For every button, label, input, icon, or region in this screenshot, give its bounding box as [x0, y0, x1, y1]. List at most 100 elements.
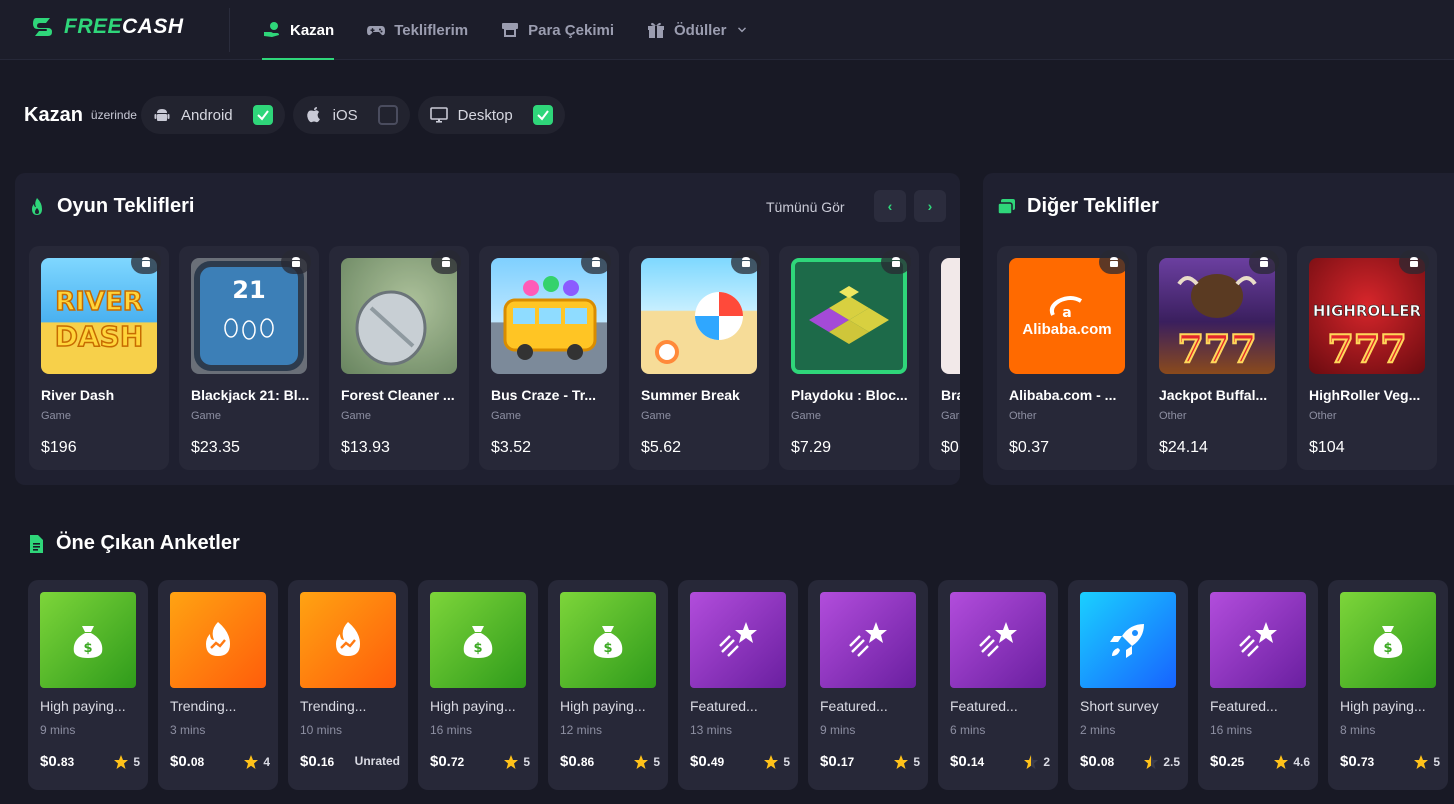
survey-card[interactable]: Featured... 16 mins $0.25 4.6 [1198, 580, 1318, 790]
android-icon [1410, 257, 1418, 267]
platform-toggle-ios[interactable]: iOS [292, 96, 410, 134]
platform-label: iOS [332, 106, 358, 124]
android-icon [142, 257, 150, 267]
survey-reward-main: $0. [1340, 753, 1361, 770]
survey-title: Trending... [170, 698, 237, 714]
nav-tab-label: Ödüller [674, 21, 727, 39]
survey-title: High paying... [1340, 698, 1426, 714]
nav-tab-oduller[interactable]: Ödüller [646, 0, 749, 60]
offer-price: $3.52 [491, 439, 532, 456]
offer-card-summer-break[interactable]: Summer Break Game $5.62 [629, 246, 769, 470]
offer-card-partial[interactable]: Bra Gar $0 [929, 246, 960, 470]
android-badge [281, 250, 311, 274]
survey-reward-cents: 17 [840, 755, 855, 769]
offer-card-alibaba[interactable]: a Alibaba.com Alibaba.com - ... Other $0… [997, 246, 1137, 470]
river-dash-art-text: RIVER [55, 287, 143, 317]
offer-card-bus-craze[interactable]: Bus Craze - Tr... Game $3.52 [479, 246, 619, 470]
game-thumbnail [941, 258, 960, 374]
survey-card[interactable]: $ High paying... 16 mins $0.72 5 [418, 580, 538, 790]
survey-card[interactable]: $ High paying... 9 mins $0.83 5 [28, 580, 148, 790]
survey-reward: $0.25 [1210, 753, 1244, 770]
survey-card[interactable]: Trending... 10 mins $0.16 Unrated [288, 580, 408, 790]
survey-rating-value: 5 [913, 755, 920, 769]
nav-tab-kazan[interactable]: Kazan [262, 0, 335, 60]
survey-card[interactable]: Featured... 13 mins $0.49 5 [678, 580, 798, 790]
survey-card[interactable]: Trending... 3 mins $0.08 4 [158, 580, 278, 790]
star-icon [894, 755, 909, 769]
svg-text:a: a [1062, 305, 1071, 321]
nav-tab-para-cekimi[interactable]: Para Çekimi [500, 0, 614, 60]
offer-card-highroller[interactable]: HIGHROLLER 777 HighRoller Veg... Other $1… [1297, 246, 1437, 470]
survey-duration: 13 mins [690, 723, 733, 737]
platform-toggle-android[interactable]: Android [140, 96, 285, 134]
see-all-link[interactable]: Tümünü Gör [766, 199, 845, 215]
gift-icon [648, 22, 664, 38]
survey-reward-main: $0. [40, 753, 61, 770]
platform-toggle-desktop[interactable]: Desktop [417, 96, 565, 134]
checkbox-android[interactable] [252, 105, 273, 125]
survey-reward-cents: 86 [580, 755, 595, 769]
other-offers-panel: Diğer Teklifler a Alibaba.com Alibaba.co… [983, 173, 1454, 485]
game-offers-panel: Oyun Teklifleri Tümünü Gör ‹ › RIVER DASH… [15, 173, 960, 485]
offer-card-playdoku[interactable]: Playdoku : Bloc... Game $7.29 [779, 246, 919, 470]
survey-rating: 2.5 [1143, 754, 1180, 770]
survey-reward-cents: 25 [1230, 755, 1245, 769]
summer-break-art [655, 292, 743, 364]
game-thumbnail [491, 258, 607, 374]
offer-category: Game [341, 410, 371, 422]
offer-price: $5.62 [641, 439, 682, 456]
blackjack-art-text: 21 [232, 276, 265, 304]
carousel-next-button[interactable]: › [914, 190, 946, 222]
survey-title: Featured... [950, 698, 1018, 714]
freecash-logo[interactable]: FREECASH [30, 14, 184, 40]
survey-duration: 3 mins [170, 723, 206, 737]
offer-category: Other [1309, 410, 1337, 422]
survey-reward-cents: 49 [710, 755, 725, 769]
nav-tab-label: Para Çekimi [528, 21, 614, 39]
survey-reward-main: $0. [170, 753, 191, 770]
filter-title: Kazan [24, 103, 83, 126]
top-navigation-bar: FREECASH Kazan Tekliflerim Para Çekimi Ö… [0, 0, 1454, 60]
survey-title: Featured... [690, 698, 758, 714]
document-icon [30, 534, 43, 553]
survey-rating: 5 [503, 754, 530, 770]
offer-card-forest-cleaner[interactable]: Forest Cleaner ... Game $13.93 [329, 246, 469, 470]
survey-rating: 2 [1023, 754, 1050, 770]
android-badge [881, 250, 911, 274]
offer-card-blackjack[interactable]: 21 Blackjack 21: Bl... Game $23.35 [179, 246, 319, 470]
survey-card[interactable]: Featured... 6 mins $0.14 2 [938, 580, 1058, 790]
checkbox-ios[interactable] [377, 105, 398, 125]
carousel-prev-button[interactable]: ‹ [874, 190, 906, 222]
survey-card[interactable]: Short survey 2 mins $0.08 2.5 [1068, 580, 1188, 790]
chevron-right-icon: › [927, 198, 933, 214]
nav-tab-tekliflerim[interactable]: Tekliflerim [366, 0, 468, 60]
highroller-art-text: HIGHROLLER [1313, 302, 1422, 320]
main-nav: Kazan Tekliflerim Para Çekimi Ödüller [262, 0, 749, 60]
android-badge [731, 250, 761, 274]
survey-duration: 9 mins [40, 723, 76, 737]
survey-rating-value: 5 [523, 755, 530, 769]
star-icon [114, 755, 129, 769]
survey-card[interactable]: $ High paying... 8 mins $0.73 5 [1328, 580, 1448, 790]
checkbox-desktop[interactable] [532, 105, 553, 125]
survey-rating-value: 5 [1433, 755, 1440, 769]
survey-card[interactable]: Featured... 9 mins $0.17 5 [808, 580, 928, 790]
offer-card-jackpot-buffalo[interactable]: 777 Jackpot Buffal... Other $24.14 [1147, 246, 1287, 470]
android-badge [581, 250, 611, 274]
survey-reward: $0.73 [1340, 753, 1374, 770]
survey-reward-cents: 08 [190, 755, 205, 769]
platform-label: Desktop [457, 106, 513, 124]
offer-card-river-dash[interactable]: RIVER DASH River Dash Game $196 [29, 246, 169, 470]
survey-card[interactable]: $ High paying... 12 mins $0.86 5 [548, 580, 668, 790]
survey-rating-value: 5 [133, 755, 140, 769]
survey-rating: 5 [1413, 754, 1440, 770]
survey-reward-main: $0. [300, 753, 321, 770]
offer-name: Bra [941, 387, 960, 403]
offer-thumbnail: HIGHROLLER 777 [1309, 258, 1425, 374]
survey-duration: 16 mins [1210, 723, 1253, 737]
survey-duration: 9 mins [820, 723, 856, 737]
survey-rating-value: 2.5 [1163, 755, 1180, 769]
survey-rating-value: 2 [1043, 755, 1050, 769]
offer-category: Game [641, 410, 671, 422]
android-badge [1399, 250, 1429, 274]
